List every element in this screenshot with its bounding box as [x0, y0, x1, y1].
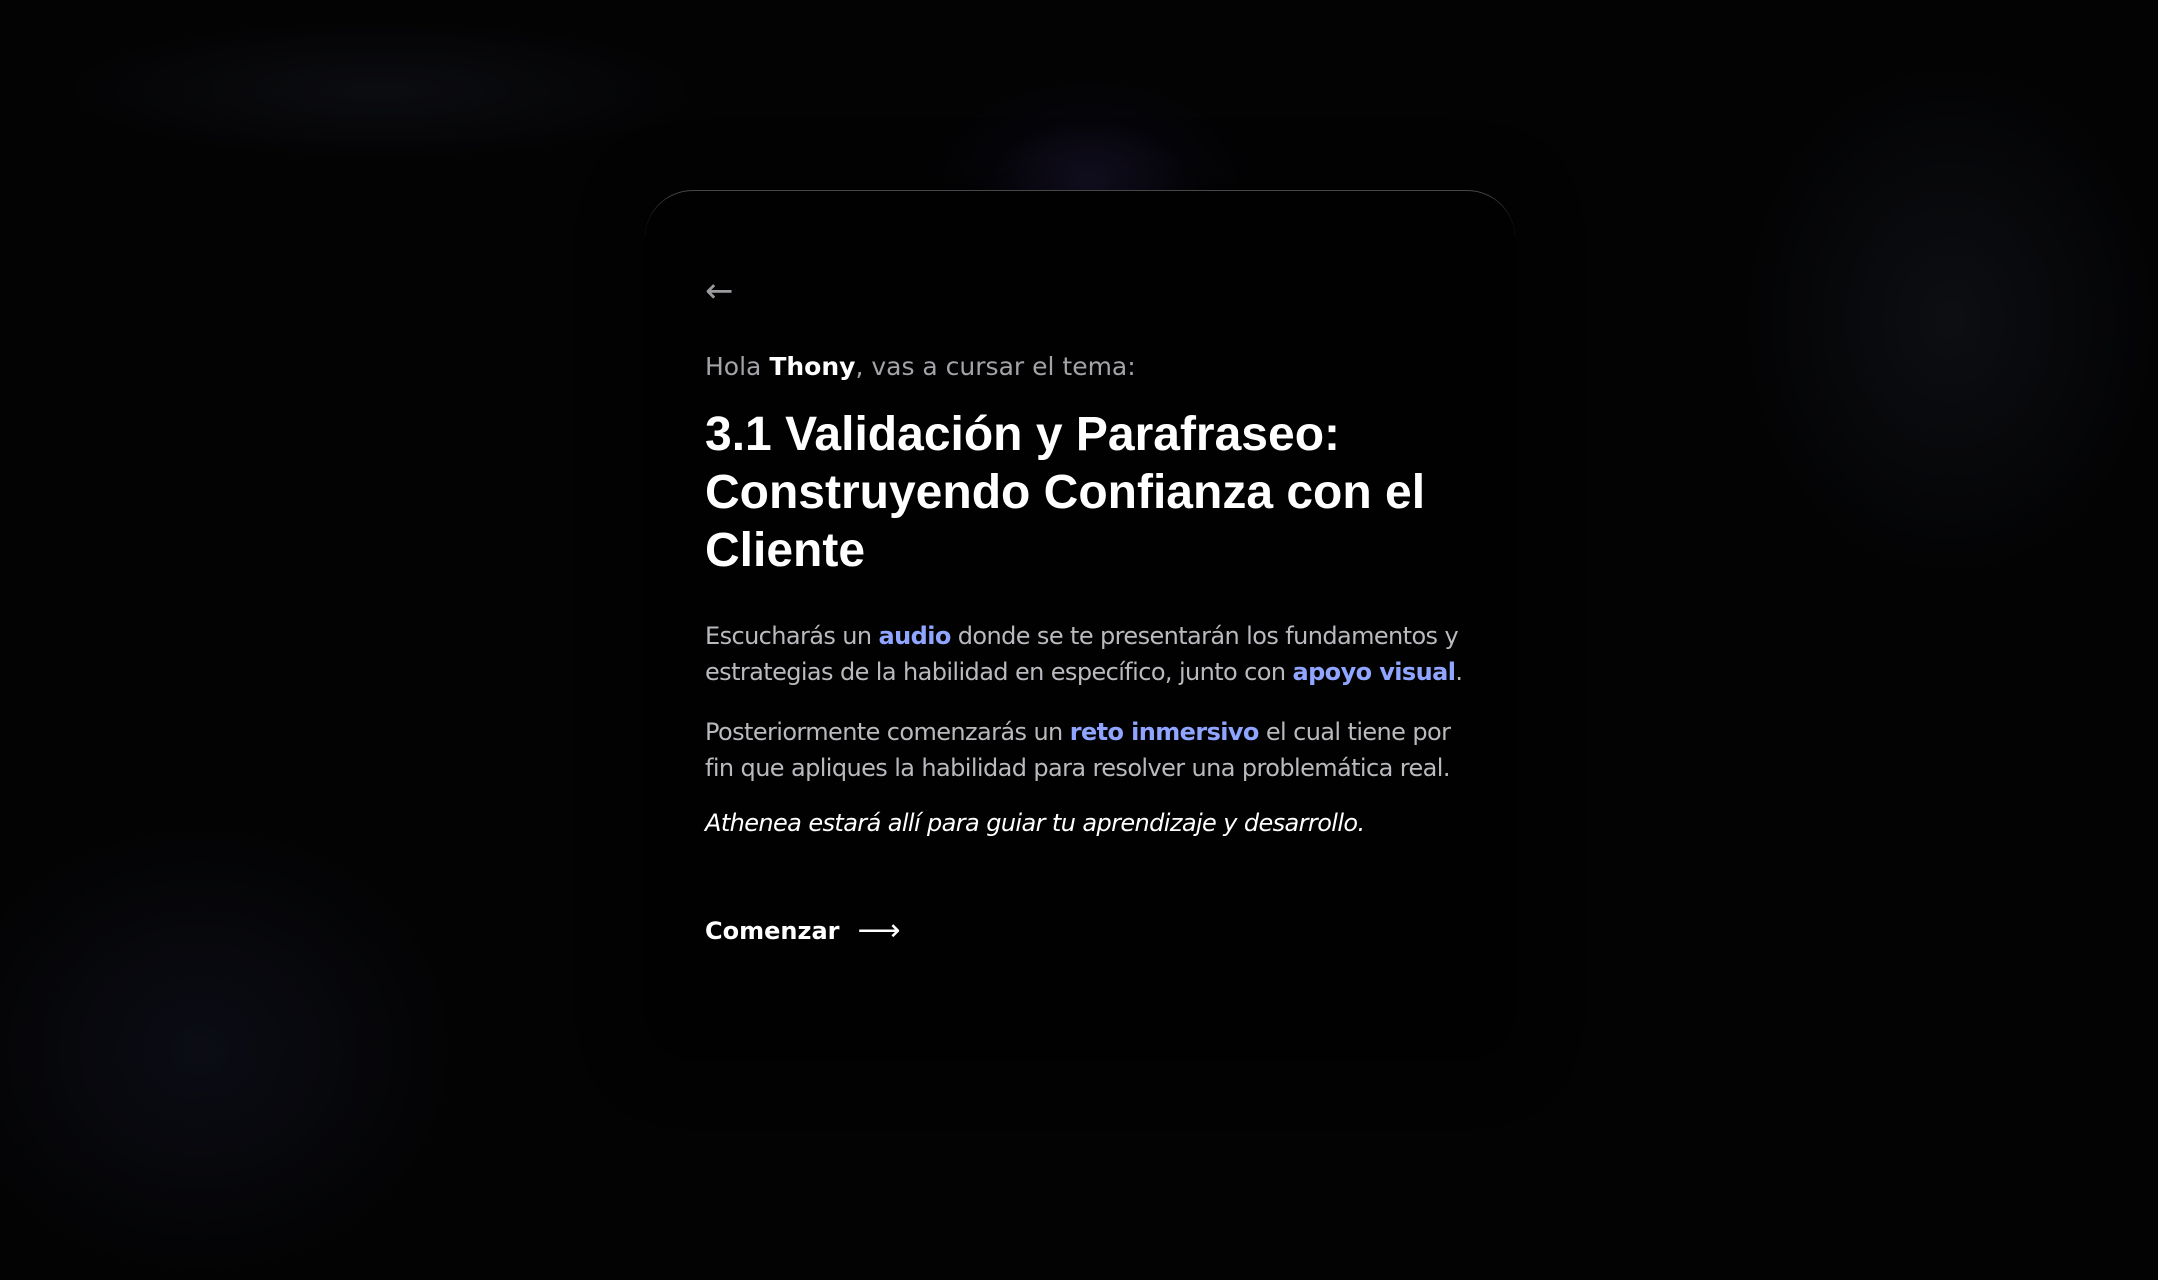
greeting-prefix: Hola: [705, 352, 770, 381]
p1-text-a: Escucharás un: [705, 622, 879, 650]
greeting-suffix: , vas a cursar el tema:: [855, 352, 1136, 381]
highlight-immersive-challenge: reto inmersivo: [1069, 718, 1260, 746]
description-paragraph-audio: Escucharás un audio donde se te presenta…: [705, 618, 1465, 690]
topic-intro-card: ← Hola Thony, vas a cursar el tema: 3.1 …: [645, 190, 1515, 1060]
start-button[interactable]: Comenzar ⟶: [705, 916, 901, 946]
user-name: Thony: [769, 352, 856, 381]
background-glow-right: [1740, 60, 2158, 580]
topic-title: 3.1 Validación y Parafraseo: Construyend…: [705, 408, 1426, 577]
p1-text-c: .: [1455, 658, 1463, 686]
description-paragraph-challenge: Posteriormente comenzarás un reto inmers…: [705, 714, 1465, 786]
background-glow-bottom-left: [0, 820, 460, 1280]
highlight-audio: audio: [878, 622, 952, 650]
highlight-visual-support: apoyo visual: [1292, 658, 1456, 686]
guide-note: Athenea estará allí para guiar tu aprend…: [705, 809, 1365, 837]
greeting-text: Hola Thony, vas a cursar el tema:: [705, 351, 1136, 383]
background-glow-top-left: [60, 20, 700, 160]
p2-text-a: Posteriormente comenzarás un: [705, 718, 1070, 746]
start-button-label: Comenzar: [705, 917, 840, 945]
back-arrow-icon[interactable]: ←: [705, 274, 734, 308]
arrow-right-icon: ⟶: [857, 913, 901, 948]
